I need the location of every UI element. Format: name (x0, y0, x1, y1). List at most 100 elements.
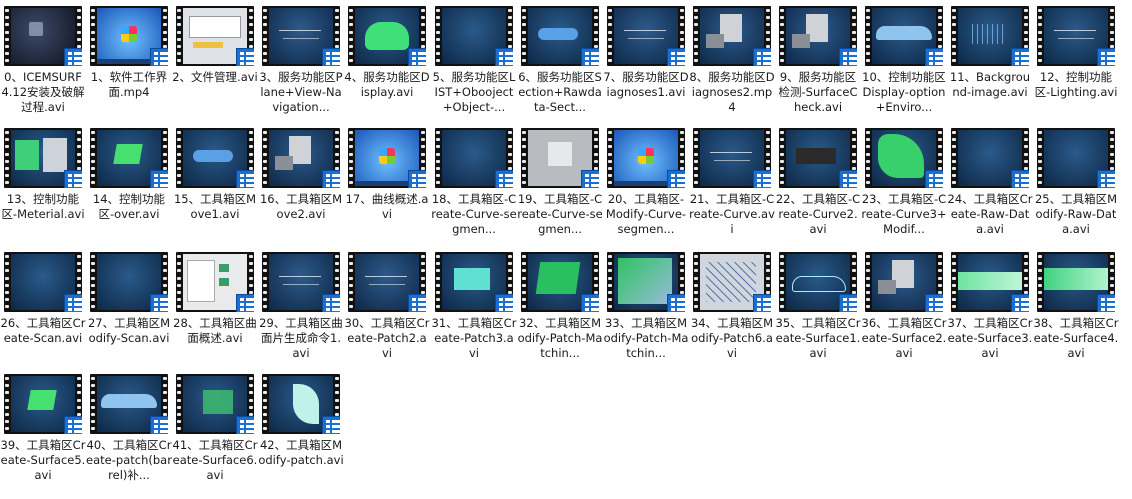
video-thumbnail (176, 128, 254, 188)
filmstrip-holes (865, 252, 871, 312)
video-thumbnail (435, 128, 513, 188)
file-item[interactable]: 5、服务功能区LIST+Obooject+Object-... (431, 0, 517, 120)
file-item[interactable]: 21、工具箱区-Create-Curve.avi (689, 122, 775, 242)
video-file-icon (236, 294, 254, 312)
filmstrip-holes (521, 252, 527, 312)
file-item[interactable]: 18、工具箱区-Create-Curve-segmen... (431, 122, 517, 242)
file-item[interactable]: 29、工具箱区曲面片生成命令1.avi (258, 246, 344, 366)
file-item[interactable]: 30、工具箱区Create-Patch2.avi (344, 246, 430, 366)
filmstrip-holes (4, 374, 10, 434)
video-thumbnail (176, 252, 254, 312)
file-item[interactable]: 3、服务功能区Plane+View-Navigation... (258, 0, 344, 120)
file-item[interactable]: 24、工具箱区Create-Raw-Data.avi (947, 122, 1033, 242)
file-item[interactable]: 1、软件工作界面.mp4 (86, 0, 172, 120)
file-item[interactable]: 33、工具箱区Modify-Patch-Matchin... (603, 246, 689, 366)
video-file-icon (408, 170, 426, 188)
file-item[interactable]: 36、工具箱区Create-Surface2.avi (861, 246, 947, 366)
file-item[interactable]: 2、文件管理.avi (172, 0, 258, 120)
filmstrip-holes (951, 128, 957, 188)
file-name: 29、工具箱区曲面片生成命令1.avi (259, 316, 343, 360)
file-item[interactable]: 7、服务功能区Diagnoses1.avi (603, 0, 689, 120)
file-name: 18、工具箱区-Create-Curve-segmen... (431, 192, 517, 236)
file-name: 1、软件工作界面.mp4 (90, 70, 168, 99)
file-name: 17、曲线概述.avi (345, 192, 429, 221)
file-item[interactable]: 38、工具箱区Create-Surface4.avi (1033, 246, 1119, 366)
video-file-icon (64, 48, 82, 66)
video-file-icon (64, 416, 82, 434)
video-file-icon (150, 294, 168, 312)
file-item[interactable]: 27、工具箱区Modify-Scan.avi (86, 246, 172, 366)
file-item[interactable]: 31、工具箱区Create-Patch3.avi (431, 246, 517, 366)
file-item[interactable]: 32、工具箱区Modify-Patch-Matchin... (517, 246, 603, 366)
filmstrip-holes (348, 128, 354, 188)
file-item[interactable]: 35、工具箱区Create-Surface1.avi (775, 246, 861, 366)
file-name: 11、Background-image.avi (949, 70, 1031, 99)
file-item[interactable]: 16、工具箱区Move2.avi (258, 122, 344, 242)
file-item[interactable]: 22、工具箱区-Create-Curve2.avi (775, 122, 861, 242)
file-item[interactable]: 10、控制功能区Display-option+Enviro... (861, 0, 947, 120)
file-name: 22、工具箱区-Create-Curve2.avi (775, 192, 861, 236)
video-thumbnail (779, 6, 857, 66)
video-file-icon (150, 170, 168, 188)
file-item[interactable]: 39、工具箱区Create-Surface5.avi (0, 368, 86, 488)
file-item[interactable]: 19、工具箱区-Create-Curve-segmen... (517, 122, 603, 242)
video-file-icon (495, 48, 513, 66)
file-name: 34、工具箱区Modify-Patch6.avi (690, 316, 774, 360)
file-name: 6、服务功能区Section+Rawdata-Sect... (518, 70, 602, 114)
file-item[interactable]: 34、工具箱区Modify-Patch6.avi (689, 246, 775, 366)
file-name: 8、服务功能区Diagnoses2.mp4 (689, 70, 775, 114)
video-file-icon (408, 294, 426, 312)
filmstrip-holes (4, 6, 10, 66)
file-item[interactable]: 4、服务功能区Display.avi (344, 0, 430, 120)
filmstrip-holes (1037, 6, 1043, 66)
file-name: 26、工具箱区Create-Scan.avi (0, 316, 86, 345)
file-item[interactable]: 17、曲线概述.avi (344, 122, 430, 242)
filmstrip-holes (607, 128, 613, 188)
file-item[interactable]: 26、工具箱区Create-Scan.avi (0, 246, 86, 366)
file-item[interactable]: 9、服务功能区检测-SurfaceCheck.avi (775, 0, 861, 120)
video-file-icon (64, 170, 82, 188)
filmstrip-holes (262, 6, 268, 66)
filmstrip-holes (1037, 252, 1043, 312)
file-item[interactable]: 20、工具箱区-Modify-Curve-segmen... (603, 122, 689, 242)
file-item[interactable]: 42、工具箱区Modify-patch.avi (258, 368, 344, 488)
filmstrip-holes (607, 252, 613, 312)
video-thumbnail (4, 374, 82, 434)
video-thumbnail (435, 252, 513, 312)
file-item[interactable]: 12、控制功能区-Lighting.avi (1033, 0, 1119, 120)
file-item[interactable]: 8、服务功能区Diagnoses2.mp4 (689, 0, 775, 120)
file-name: 30、工具箱区Create-Patch2.avi (344, 316, 430, 360)
filmstrip-holes (90, 6, 96, 66)
file-item[interactable]: 41、工具箱区Create-Surface6.avi (172, 368, 258, 488)
file-item[interactable]: 15、工具箱区Move1.avi (172, 122, 258, 242)
file-item[interactable]: 11、Background-image.avi (947, 0, 1033, 120)
file-item[interactable]: 28、工具箱区曲面概述.avi (172, 246, 258, 366)
video-file-icon (839, 170, 857, 188)
video-thumbnail (90, 6, 168, 66)
video-file-icon (925, 48, 943, 66)
file-item[interactable]: 14、控制功能区-over.avi (86, 122, 172, 242)
file-name: 14、控制功能区-over.avi (92, 192, 166, 221)
file-item[interactable]: 13、控制功能区-Meterial.avi (0, 122, 86, 242)
file-item[interactable]: 37、工具箱区Create-Surface3.avi (947, 246, 1033, 366)
file-item[interactable]: 6、服务功能区Section+Rawdata-Sect... (517, 0, 603, 120)
video-thumbnail (348, 128, 426, 188)
video-thumbnail (865, 128, 943, 188)
file-item[interactable]: 23、工具箱区-Create-Curve3+Modif... (861, 122, 947, 242)
video-thumbnail (262, 128, 340, 188)
file-item[interactable]: 40、工具箱区Create-patch(barrel)补... (86, 368, 172, 488)
file-name: 16、工具箱区Move2.avi (259, 192, 343, 221)
video-thumbnail (1037, 128, 1115, 188)
file-item[interactable]: 25、工具箱区Modify-Raw-Data.avi (1033, 122, 1119, 242)
filmstrip-holes (951, 6, 957, 66)
video-thumbnail (521, 252, 599, 312)
filmstrip-holes (693, 128, 699, 188)
filmstrip-holes (865, 128, 871, 188)
video-thumbnail (1037, 6, 1115, 66)
video-file-icon (236, 416, 254, 434)
filmstrip-holes (262, 128, 268, 188)
file-item[interactable]: 0、ICEMSURF4.12安装及破解过程.avi (0, 0, 86, 120)
file-name: 39、工具箱区Create-Surface5.avi (0, 438, 86, 482)
file-name: 37、工具箱区Create-Surface3.avi (947, 316, 1033, 360)
video-file-icon (495, 294, 513, 312)
